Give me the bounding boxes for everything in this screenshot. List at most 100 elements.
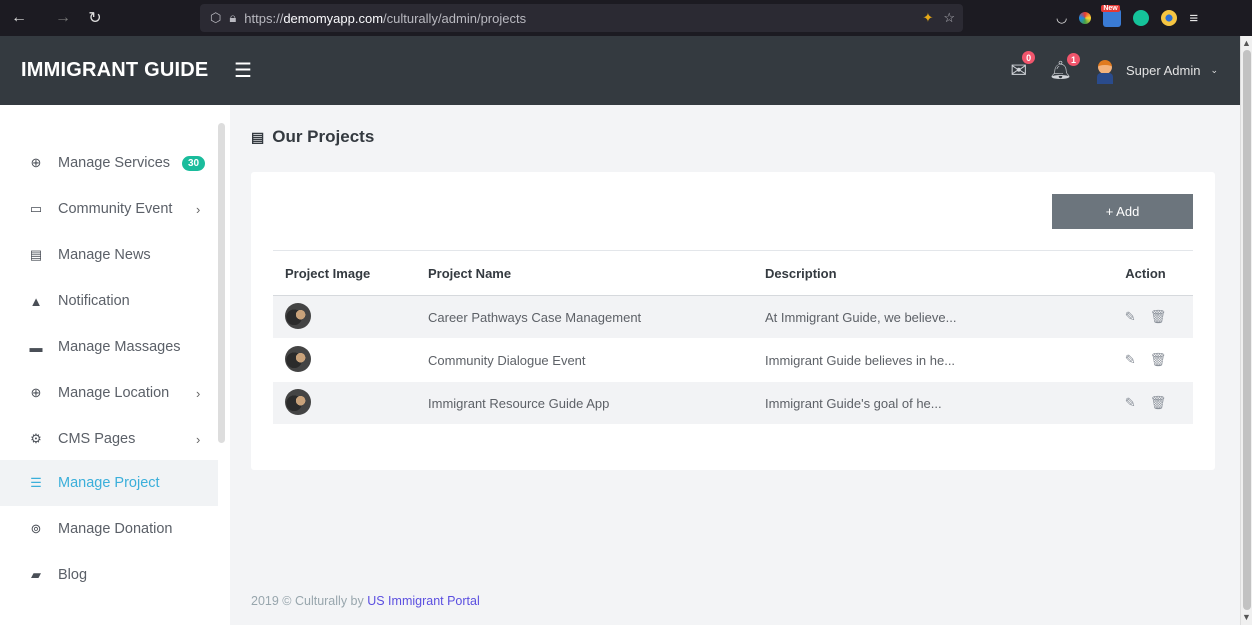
notifications-badge: 1 — [1067, 53, 1081, 66]
browser-toolbar: ← → ↻ ⬡ 🔒︎ https://demomyapp.com/cultura… — [0, 0, 1252, 36]
table-header: Project Image Project Name Description A… — [273, 250, 1193, 296]
sidebar-item-label: Manage Project — [58, 475, 160, 491]
sidebar-item-manage-massages[interactable]: ▬ Manage Massages — [0, 324, 218, 370]
url-prefix: https:// — [244, 10, 284, 26]
page-scrollbar[interactable]: ▲ ▼ — [1240, 36, 1252, 625]
add-project-button[interactable]: + Add — [1052, 194, 1193, 229]
donation-icon: ⊚ — [30, 521, 42, 536]
sidebar-item-label: Community Event — [58, 201, 173, 217]
message-icon: ▬ — [29, 339, 43, 355]
back-icon[interactable]: ← — [8, 9, 30, 27]
scrollbar-thumb[interactable] — [1243, 50, 1251, 610]
project-thumbnail — [285, 345, 311, 372]
services-count-badge: 30 — [182, 155, 206, 171]
project-thumbnail — [285, 302, 311, 329]
eye-extension-icon[interactable] — [1161, 10, 1178, 26]
table-row: Community Dialogue Event Immigrant Guide… — [273, 339, 1193, 382]
scroll-up-icon[interactable]: ▲ — [1242, 38, 1251, 48]
hamburger-icon[interactable]: ☰ — [234, 58, 252, 83]
chevron-right-icon: › — [196, 431, 201, 447]
chevron-down-icon: ⌄ — [1210, 65, 1218, 75]
sidebar-item-manage-project[interactable]: ☰ Manage Project — [0, 460, 218, 506]
sidebar-item-cms-pages[interactable]: ⚙ CMS Pages › — [0, 416, 218, 462]
footer: 2019 © Culturally by US Immigrant Portal — [251, 594, 480, 608]
sidebar-item-label: Manage Location — [58, 385, 170, 401]
newspaper-icon: ▤ — [29, 247, 43, 262]
sidebar-scrollbar[interactable] — [218, 123, 225, 443]
grammarly-icon[interactable] — [1133, 10, 1150, 26]
bell-icon[interactable]: 🔔︎ 1 — [1049, 53, 1081, 81]
project-thumbnail — [285, 388, 311, 415]
delete-trash-icon[interactable]: 🗑︎ — [1150, 395, 1167, 411]
project-name: Career Pathways Case Management — [428, 309, 642, 325]
sidebar-item-manage-news[interactable]: ▤ Manage News — [0, 232, 218, 278]
reload-icon[interactable]: ↻ — [84, 8, 106, 28]
table-row: Immigrant Resource Guide App Immigrant G… — [273, 382, 1193, 425]
sidebar-item-label: Manage Massages — [58, 339, 181, 355]
project-description: Immigrant Guide's goal of he... — [765, 395, 942, 411]
edit-pencil-icon[interactable]: ✎ — [1125, 309, 1136, 325]
app-header: IMMIGRANT GUIDE ☰ ✉ 0 🔔︎ 1 Super Admin ⌄ — [0, 36, 1240, 105]
blog-icon: ▰ — [31, 567, 41, 582]
sidebar-item-label: Manage Services — [58, 155, 171, 171]
extension-icon[interactable]: ✦ — [922, 10, 933, 26]
scroll-down-icon[interactable]: ▼ — [1242, 612, 1251, 622]
sidebar-item-manage-services[interactable]: ⊕ Manage Services 30 — [0, 140, 218, 186]
user-menu[interactable]: Super Admin ⌄ — [1094, 58, 1218, 84]
sidebar-item-community-event[interactable]: ▭ Community Event › — [0, 186, 218, 232]
table-row: Career Pathways Case Management At Immig… — [273, 296, 1193, 339]
footer-link[interactable]: US Immigrant Portal — [367, 594, 480, 608]
edit-pencil-icon[interactable]: ✎ — [1125, 395, 1136, 411]
bookmark-star-icon[interactable]: ☆ — [943, 10, 955, 26]
pocket-icon[interactable]: ◡ — [1056, 10, 1067, 26]
column-header: Project Image — [285, 265, 371, 281]
brand-logo[interactable]: IMMIGRANT GUIDE — [0, 59, 222, 82]
chevron-right-icon: › — [196, 385, 201, 401]
avatar — [1094, 58, 1116, 84]
sidebar-item-manage-location[interactable]: ⊕ Manage Location › — [0, 370, 218, 416]
sidebar-item-label: Notification — [58, 293, 130, 309]
calendar-icon: ▭ — [29, 201, 43, 216]
column-header: Description — [765, 265, 837, 281]
menu-icon[interactable]: ≡ — [1189, 10, 1198, 27]
project-description: At Immigrant Guide, we believe... — [765, 309, 957, 325]
url-domain: demomyapp.com — [283, 10, 384, 26]
forward-icon[interactable]: → — [52, 9, 74, 27]
extension-colorful-icon[interactable] — [1079, 12, 1092, 24]
sidebar-item-label: CMS Pages — [58, 431, 136, 447]
column-header: Project Name — [428, 265, 512, 281]
projects-table: Project Image Project Name Description A… — [273, 250, 1193, 425]
sidebar-item-manage-donation[interactable]: ⊚ Manage Donation — [0, 506, 218, 552]
page-title-text: Our Projects — [272, 127, 375, 146]
lock-icon: 🔒︎ — [229, 10, 237, 25]
shield-icon: ⬡ — [210, 10, 222, 25]
project-description: Immigrant Guide believes in he... — [765, 352, 956, 368]
list-icon: ☰ — [30, 475, 42, 490]
chevron-right-icon: › — [196, 201, 201, 217]
sidebar-item-blog[interactable]: ▰ Blog — [0, 552, 218, 598]
column-header: Action — [1125, 265, 1166, 281]
page-title: ▤ Our Projects — [251, 127, 374, 147]
sidebar-item-notification[interactable]: ▲ Notification — [0, 278, 218, 324]
envelope-icon[interactable]: ✉ 0 — [1010, 51, 1036, 83]
globe-icon: ⊕ — [30, 385, 42, 400]
delete-trash-icon[interactable]: 🗑︎ — [1150, 352, 1167, 368]
address-bar[interactable]: ⬡ 🔒︎ https://demomyapp.com/culturally/ad… — [200, 4, 963, 32]
newspaper-icon: ▤ — [251, 128, 265, 145]
delete-trash-icon[interactable]: 🗑︎ — [1150, 309, 1167, 325]
gear-icon: ⚙ — [30, 431, 42, 446]
project-name: Immigrant Resource Guide App — [428, 395, 610, 411]
url-path: /culturally/admin/projects — [383, 10, 527, 26]
project-name: Community Dialogue Event — [428, 352, 586, 368]
new-badge: New — [1101, 5, 1120, 12]
projects-card: + Add Project Image Project Name Descrip… — [251, 172, 1215, 470]
sidebar-item-label: Manage Donation — [58, 521, 173, 537]
sidebar: ⊕ Manage Services 30 ▭ Community Event ›… — [0, 105, 230, 625]
bell-icon: ▲ — [29, 293, 43, 309]
messages-badge: 0 — [1022, 51, 1036, 64]
sidebar-item-label: Manage News — [58, 247, 151, 263]
new-extension-icon[interactable]: New — [1101, 5, 1122, 27]
edit-pencil-icon[interactable]: ✎ — [1125, 352, 1136, 368]
sidebar-item-label: Blog — [58, 567, 88, 583]
globe-icon: ⊕ — [30, 155, 42, 170]
